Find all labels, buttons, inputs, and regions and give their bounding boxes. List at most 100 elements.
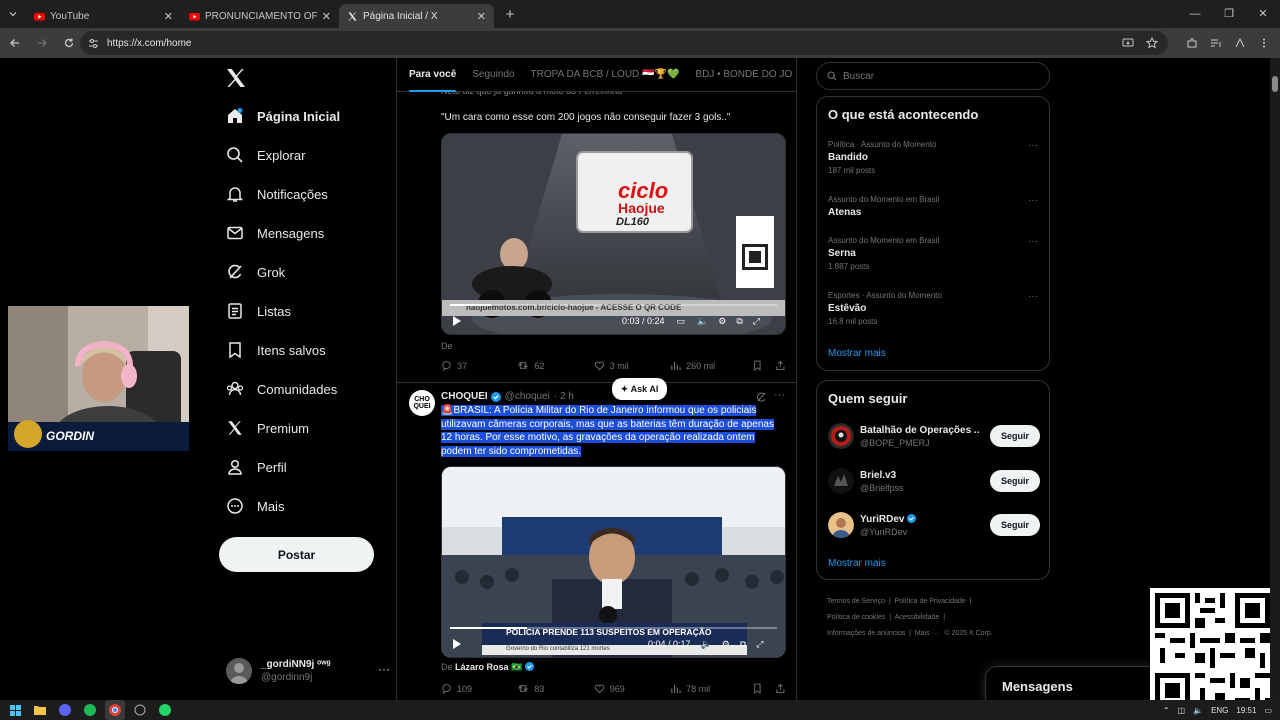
x-home-logo[interactable]: [224, 66, 248, 90]
reload-button[interactable]: [57, 31, 81, 55]
new-tab-button[interactable]: +: [498, 6, 522, 23]
footer-link[interactable]: Política de Privacidade: [895, 598, 966, 605]
sidebar-item-messages[interactable]: Mensagens: [226, 218, 324, 248]
footer-link[interactable]: Termos de Serviço: [827, 598, 885, 605]
follow-button[interactable]: Seguir: [990, 470, 1040, 492]
close-tab-icon[interactable]: ✕: [164, 10, 173, 23]
search-input[interactable]: Buscar: [816, 62, 1050, 90]
play-icon[interactable]: [452, 315, 462, 327]
share-icon[interactable]: [775, 683, 786, 694]
footer-link[interactable]: Informações de anúncios: [827, 630, 905, 637]
file-explorer-icon[interactable]: [30, 700, 50, 720]
site-settings-icon[interactable]: [88, 38, 99, 49]
settings-icon[interactable]: ⚙: [718, 316, 726, 327]
tab-following[interactable]: Seguindo: [464, 69, 522, 80]
sidebar-item-notifications[interactable]: Notificações: [226, 179, 328, 209]
more-horizontal-icon[interactable]: ···: [1028, 195, 1038, 206]
more-horizontal-icon[interactable]: ···: [378, 662, 390, 676]
scrollbar-thumb[interactable]: [1272, 76, 1278, 92]
ask-ai-button[interactable]: ✦ Ask AI: [612, 378, 667, 400]
extensions-icon[interactable]: [1180, 31, 1204, 55]
browser-tab-x-home[interactable]: Página Inicial / X ✕: [339, 4, 494, 28]
follow-button[interactable]: Seguir: [990, 514, 1040, 536]
back-button[interactable]: [3, 31, 27, 55]
trend-item[interactable]: Política · Assunto do Momento Bandido 18…: [828, 140, 1038, 175]
sidebar-item-grok[interactable]: Grok: [226, 257, 285, 287]
sidebar-item-bookmarks[interactable]: Itens salvos: [226, 335, 326, 365]
notifications-icon[interactable]: ▭: [1264, 706, 1272, 715]
network-icon[interactable]: ◫: [1178, 706, 1186, 715]
trend-item[interactable]: Assunto do Momento em Brasil Atenas ···: [828, 195, 1038, 218]
more-horizontal-icon[interactable]: ···: [1028, 291, 1038, 302]
footer-link[interactable]: Mais ···: [915, 630, 939, 637]
sidebar-item-profile[interactable]: Perfil: [226, 452, 287, 482]
follow-button[interactable]: Seguir: [990, 425, 1040, 447]
bookmark-icon[interactable]: [752, 360, 763, 371]
tray-lang[interactable]: ENG: [1211, 706, 1228, 715]
tweet-video-player[interactable]: POLÍCIA PRENDE 113 SUSPEITOS EM OPERAÇÃO…: [441, 466, 786, 658]
tweet-video-player[interactable]: ciclo Haojue DL160 haojuemotos.com.br/ci…: [441, 133, 786, 335]
repost-button[interactable]: 83: [517, 683, 593, 694]
reply-button[interactable]: 109: [441, 683, 517, 694]
volume-icon[interactable]: 🔈: [1193, 706, 1203, 715]
sidebar-item-more[interactable]: Mais: [226, 491, 284, 521]
tab-bdj[interactable]: BDJ • BONDE DO JO: [687, 69, 796, 80]
sidebar-item-explore[interactable]: Explorar: [226, 140, 305, 170]
restore-icon[interactable]: ❐: [1212, 0, 1246, 28]
bookmark-star-icon[interactable]: [1140, 31, 1164, 55]
whatsapp-icon[interactable]: [155, 700, 175, 720]
tab-search-button[interactable]: [0, 0, 26, 28]
tray-clock[interactable]: 19:51: [1236, 706, 1256, 715]
close-tab-icon[interactable]: ✕: [477, 10, 486, 23]
spotify-icon[interactable]: [80, 700, 100, 720]
windows-start-icon[interactable]: [5, 700, 25, 720]
follow-suggestion[interactable]: Briel.v3 @Brielfpss Seguir: [828, 466, 1040, 496]
views-button[interactable]: 78 mil: [670, 683, 746, 694]
volume-icon[interactable]: 🔈: [701, 639, 712, 650]
more-horizontal-icon[interactable]: ···: [774, 389, 785, 401]
install-app-icon[interactable]: [1116, 31, 1140, 55]
repost-button[interactable]: 62: [517, 360, 593, 371]
close-window-icon[interactable]: ✕: [1246, 0, 1280, 28]
like-button[interactable]: 3 mil: [594, 360, 670, 371]
chrome-icon[interactable]: [105, 700, 125, 720]
play-icon[interactable]: [452, 638, 462, 650]
video-progress-bar[interactable]: [450, 627, 777, 629]
volume-icon[interactable]: 🔈: [697, 316, 708, 327]
minimize-icon[interactable]: —: [1178, 0, 1212, 28]
media-control-icon[interactable]: [1204, 31, 1228, 55]
footer-link[interactable]: Acessibilidade: [895, 614, 940, 621]
tweet-author[interactable]: CHOQUEI: [441, 391, 488, 402]
pip-icon[interactable]: ⧉: [736, 316, 742, 327]
trend-item[interactable]: Assunto do Momento em Brasil Serna 1.887…: [828, 236, 1038, 271]
captions-icon[interactable]: ▭: [677, 316, 686, 327]
discord-icon[interactable]: [55, 700, 75, 720]
more-horizontal-icon[interactable]: ···: [1028, 236, 1038, 247]
tab-tropa-bcb[interactable]: TROPA DA BCB / LOUD 🇪🇬🏆💚: [523, 69, 688, 80]
profile-icon[interactable]: [1228, 31, 1252, 55]
more-horizontal-icon[interactable]: ···: [1028, 140, 1038, 151]
close-tab-icon[interactable]: ✕: [322, 10, 331, 23]
sidebar-item-lists[interactable]: Listas: [226, 296, 291, 326]
fullscreen-icon[interactable]: ⤢: [753, 316, 760, 327]
forward-button[interactable]: [30, 31, 54, 55]
follow-suggestion[interactable]: Batalhão de Operações ... @BOPE_PMERJ Se…: [828, 421, 1040, 451]
fullscreen-icon[interactable]: ⤢: [756, 639, 763, 650]
show-more-trends-link[interactable]: Mostrar mais: [828, 348, 886, 359]
browser-menu-icon[interactable]: [1252, 31, 1276, 55]
show-more-follow-link[interactable]: Mostrar mais: [828, 558, 886, 569]
avatar[interactable]: CHO QUEI: [409, 390, 435, 416]
page-scrollbar[interactable]: [1270, 58, 1280, 700]
sidebar-item-home[interactable]: Página Inicial: [226, 101, 340, 131]
browser-tab-pronunciamento[interactable]: PRONUNCIAMENTO OFICIAL: S ✕: [181, 4, 339, 28]
follow-suggestion[interactable]: YuriRDev @YuriRDev Seguir: [828, 510, 1040, 540]
sidebar-item-communities[interactable]: Comunidades: [226, 374, 337, 404]
pip-icon[interactable]: ⧉: [740, 639, 746, 650]
tweet-handle[interactable]: @choquei: [505, 391, 550, 402]
views-button[interactable]: 260 mil: [670, 360, 746, 371]
footer-link[interactable]: Política de cookies: [827, 614, 885, 621]
like-button[interactable]: 969: [594, 683, 670, 694]
sidebar-item-premium[interactable]: Premium: [226, 413, 309, 443]
tweet-time[interactable]: · 2 h: [554, 391, 574, 402]
video-progress-bar[interactable]: [450, 304, 777, 306]
